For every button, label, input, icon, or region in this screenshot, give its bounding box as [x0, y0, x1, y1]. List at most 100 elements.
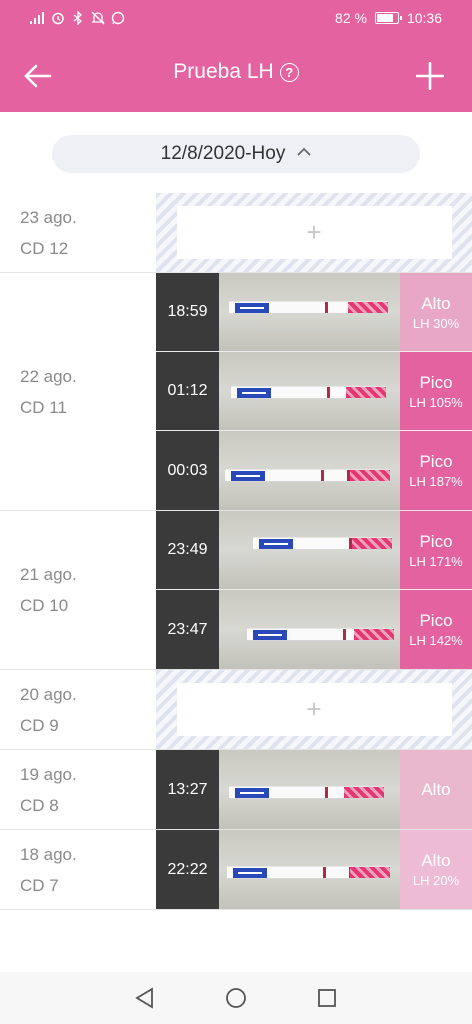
- day-tests: 23:49 Pico LH 171% 23:47 Pico LH 142%: [156, 511, 472, 669]
- strip-grip: [344, 787, 384, 798]
- day-label: 23 ago. CD 12: [0, 193, 156, 272]
- status-icons: [30, 10, 125, 25]
- day-row: 18 ago. CD 7 22:22 Alto LH 20%: [0, 830, 472, 910]
- test-result: Pico LH 142%: [400, 590, 472, 669]
- test-time: 01:12: [156, 352, 219, 430]
- day-date: 19 ago.: [20, 764, 77, 784]
- chevron-up-icon: [297, 147, 311, 161]
- cycle-day: CD 10: [20, 596, 69, 615]
- result-level: Alto: [421, 851, 451, 870]
- battery-level: [376, 14, 393, 22]
- day-row: 22 ago. CD 11 18:59 Alto LH 30% 01:12 Pico LH 1…: [0, 273, 472, 511]
- test-line: [321, 470, 324, 481]
- max-logo: [233, 868, 267, 878]
- add-test-slot-button[interactable]: +: [176, 683, 452, 736]
- strip-grip: [352, 538, 392, 549]
- clock: 10:36: [406, 10, 442, 26]
- test-line: [325, 302, 328, 313]
- date-range-selector[interactable]: 12/8/2020-Hoy: [52, 135, 420, 173]
- day-date: 22 ago.: [20, 366, 77, 386]
- strip-grip: [350, 867, 390, 878]
- test-entry[interactable]: 22:22 Alto LH 20%: [156, 830, 472, 909]
- cycle-day: CD 8: [20, 795, 59, 815]
- signal-icon: [30, 10, 45, 25]
- strip-grip: [346, 387, 386, 398]
- result-level: Pico: [419, 372, 453, 392]
- day-label: 22 ago. CD 11: [0, 273, 156, 510]
- strip-grip: [348, 302, 388, 313]
- nav-home-button[interactable]: [216, 978, 256, 1018]
- lh-value: LH 142%: [409, 633, 463, 648]
- test-time: 23:49: [156, 511, 219, 589]
- triangle-back-icon: [135, 987, 154, 1009]
- day-tests: 18:59 Alto LH 30% 01:12 Pico LH 105% 00:03 Pico…: [156, 273, 472, 510]
- test-strip: [225, 469, 390, 482]
- test-strip-photo: [219, 352, 400, 430]
- whatsapp-icon: [110, 10, 125, 25]
- test-entry[interactable]: 23:47 Pico LH 142%: [156, 590, 472, 669]
- result-level: Pico: [419, 531, 453, 551]
- test-entry[interactable]: 23:49 Pico LH 171%: [156, 511, 472, 590]
- system-nav-bar: [0, 972, 472, 1024]
- plus-icon: +: [306, 694, 322, 724]
- alarm-icon: [50, 10, 65, 25]
- battery-percent: 82 %: [335, 10, 367, 26]
- day-tests: 13:27 Alto: [156, 750, 472, 829]
- day-tests: +: [156, 193, 472, 272]
- day-row: 23 ago. CD 12 +: [0, 193, 472, 273]
- circle-home-icon: [226, 988, 246, 1008]
- nav-back-button[interactable]: [125, 978, 165, 1018]
- test-strip-photo: [219, 431, 400, 510]
- test-strip: [229, 301, 388, 314]
- test-strip-photo: [219, 750, 400, 829]
- plus-icon: [416, 62, 444, 90]
- day-row: 21 ago. CD 10 23:49 Pico LH 171% 23:47 Pico LH …: [0, 511, 472, 670]
- result-level: Pico: [419, 611, 453, 630]
- test-line: [323, 867, 326, 878]
- test-time: 22:22: [156, 830, 219, 909]
- page-title: Prueba LH: [173, 60, 274, 83]
- add-test-button[interactable]: [410, 56, 450, 96]
- empty-test-slot: +: [156, 670, 472, 749]
- max-logo: [253, 630, 287, 640]
- test-time: 13:27: [156, 750, 219, 829]
- test-entry[interactable]: 01:12 Pico LH 105%: [156, 352, 472, 431]
- strip-grip: [354, 629, 394, 640]
- test-time: 18:59: [156, 273, 219, 351]
- test-entry[interactable]: 13:27 Alto: [156, 750, 472, 829]
- day-tests: 22:22 Alto LH 20%: [156, 830, 472, 909]
- test-strip: [229, 786, 384, 799]
- test-result: Alto LH 30%: [400, 273, 472, 351]
- day-row: 20 ago. CD 9 +: [0, 670, 472, 750]
- test-day-list: 23 ago. CD 12 +22 ago. CD 11 18:59 Alto LH 30%…: [0, 193, 472, 910]
- help-icon[interactable]: ?: [279, 62, 299, 82]
- mute-icon: [90, 10, 105, 25]
- battery-icon: [374, 12, 402, 24]
- bluetooth-icon: [70, 10, 85, 25]
- test-strip: [253, 537, 392, 550]
- cycle-day: CD 11: [20, 397, 67, 417]
- test-result: Pico LH 171%: [400, 511, 472, 589]
- day-label: 19 ago. CD 8: [0, 750, 156, 829]
- test-result: Alto: [400, 750, 472, 829]
- day-tests: +: [156, 670, 472, 749]
- lh-value: LH 105%: [409, 394, 463, 410]
- day-label: 20 ago. CD 9: [0, 670, 156, 749]
- test-time: 23:47: [156, 590, 219, 669]
- max-logo: [235, 303, 269, 313]
- day-date: 20 ago.: [20, 684, 77, 704]
- nav-recents-button[interactable]: [307, 978, 347, 1018]
- app-bar: 82 % 10:36 Prueba LH ?: [0, 0, 472, 112]
- strip-grip: [350, 470, 390, 481]
- test-entry[interactable]: 00:03 Pico LH 187%: [156, 431, 472, 510]
- add-test-slot-button[interactable]: +: [176, 206, 452, 259]
- test-result: Pico LH 187%: [400, 431, 472, 510]
- max-logo: [259, 539, 293, 549]
- day-label: 21 ago. CD 10: [0, 511, 156, 669]
- test-line: [327, 387, 330, 398]
- plus-icon: +: [306, 217, 322, 247]
- test-entry[interactable]: 18:59 Alto LH 30%: [156, 273, 472, 352]
- day-label: 18 ago. CD 7: [0, 830, 156, 909]
- test-strip: [247, 628, 394, 641]
- test-result: Alto LH 20%: [400, 830, 472, 909]
